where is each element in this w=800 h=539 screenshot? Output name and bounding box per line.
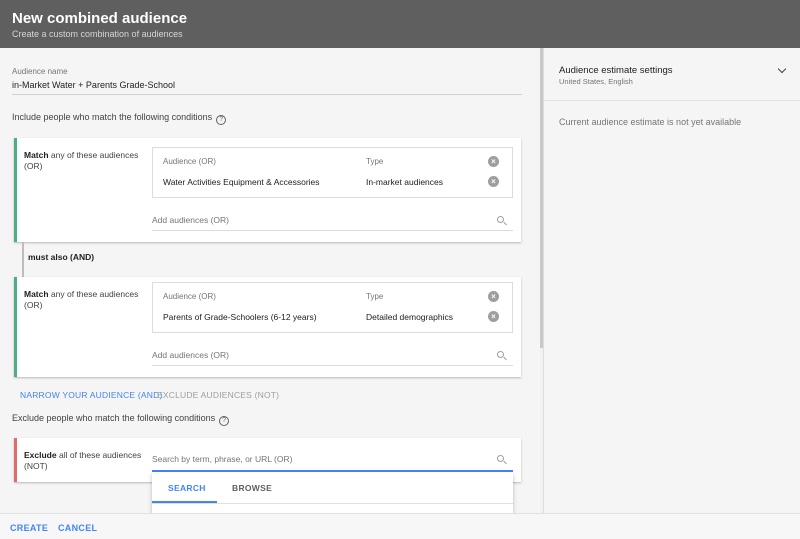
group-1-title: Match any of these audiences (OR) <box>24 150 144 172</box>
estimate-settings-title[interactable]: Audience estimate settings <box>559 65 673 76</box>
audience-type-cell: In-market audiences <box>366 177 444 187</box>
estimate-status-text: Current audience estimate is not yet ava… <box>559 117 742 127</box>
audience-name-label: Audience name <box>12 67 68 76</box>
tab-divider <box>152 503 513 504</box>
tab-browse[interactable]: BROWSE <box>232 483 272 493</box>
include-group-1: Match any of these audiences (OR) Audien… <box>14 138 521 242</box>
remove-all-icon[interactable]: × <box>488 291 499 302</box>
dialog-footer: CREATE CANCEL <box>0 513 800 539</box>
include-section-label: Include people who match the following c… <box>12 112 227 125</box>
chevron-down-icon[interactable] <box>777 64 787 74</box>
exclude-search-input[interactable]: Search by term, phrase, or URL (OR) <box>152 450 513 472</box>
exclude-search-placeholder: Search by term, phrase, or URL (OR) <box>152 454 293 464</box>
group-2-title: Match any of these audiences (OR) <box>24 289 144 311</box>
dialog-subtitle: Create a custom combination of audiences <box>12 29 183 39</box>
main-form: Audience name in-Market Water + Parents … <box>0 48 540 513</box>
exclude-section-text: Exclude people who match the following c… <box>12 413 216 423</box>
col-type-header: Type <box>366 292 384 301</box>
group-2-audience-table: Audience (OR) Type × Parents of Grade-Sc… <box>152 282 513 333</box>
remove-audience-icon[interactable]: × <box>488 311 499 322</box>
add-audiences-input[interactable]: Add audiences (OR) <box>152 211 513 231</box>
audience-search-dropdown: SEARCH BROWSE <box>152 472 513 513</box>
add-audiences-placeholder: Add audiences (OR) <box>152 215 230 225</box>
search-icon <box>497 351 507 361</box>
remove-audience-icon[interactable]: × <box>488 176 499 187</box>
exclude-section-label: Exclude people who match the following c… <box>12 413 230 426</box>
col-type-header: Type <box>366 157 384 166</box>
estimate-settings-subtitle: United States, English <box>559 77 633 86</box>
cancel-button[interactable]: CANCEL <box>58 523 97 533</box>
narrow-audience-link[interactable]: NARROW YOUR AUDIENCE (AND) <box>20 390 162 400</box>
audience-type-cell: Detailed demographics <box>366 312 453 322</box>
audience-estimate-panel: Audience estimate settings United States… <box>544 48 800 513</box>
help-icon[interactable]: ? <box>216 115 227 125</box>
match-label: Match <box>24 289 49 299</box>
create-button[interactable]: CREATE <box>10 523 48 533</box>
help-icon[interactable]: ? <box>219 416 230 426</box>
audience-name-input[interactable]: in-Market Water + Parents Grade-School <box>12 80 175 90</box>
remove-all-icon[interactable]: × <box>488 156 499 167</box>
search-icon <box>497 455 507 465</box>
include-section-text: Include people who match the following c… <box>12 112 213 122</box>
audience-name-underline <box>12 94 522 95</box>
dialog-title: New combined audience <box>12 10 188 27</box>
audience-name-cell: Parents of Grade-Schoolers (6-12 years) <box>163 312 317 322</box>
include-group-2: Match any of these audiences (OR) Audien… <box>14 277 521 377</box>
exclude-audiences-link[interactable]: EXCLUDE AUDIENCES (NOT) <box>157 390 279 400</box>
col-audience-header: Audience (OR) <box>163 292 216 301</box>
match-label: Match <box>24 150 49 160</box>
audience-name-cell: Water Activities Equipment & Accessories <box>163 177 320 187</box>
dialog-header: New combined audience Create a custom co… <box>0 0 800 48</box>
tab-search[interactable]: SEARCH <box>168 483 206 493</box>
add-audiences-input[interactable]: Add audiences (OR) <box>152 346 513 366</box>
side-divider <box>544 100 800 101</box>
and-connector-label: must also (AND) <box>28 252 95 262</box>
col-audience-header: Audience (OR) <box>163 157 216 166</box>
and-connector-line <box>22 242 24 278</box>
exclude-label: Exclude <box>24 450 57 460</box>
search-icon <box>497 216 507 226</box>
exclude-title: Exclude all of these audiences (NOT) <box>24 450 144 472</box>
add-audiences-placeholder: Add audiences (OR) <box>152 350 230 360</box>
group-1-audience-table: Audience (OR) Type × Water Activities Eq… <box>152 147 513 198</box>
